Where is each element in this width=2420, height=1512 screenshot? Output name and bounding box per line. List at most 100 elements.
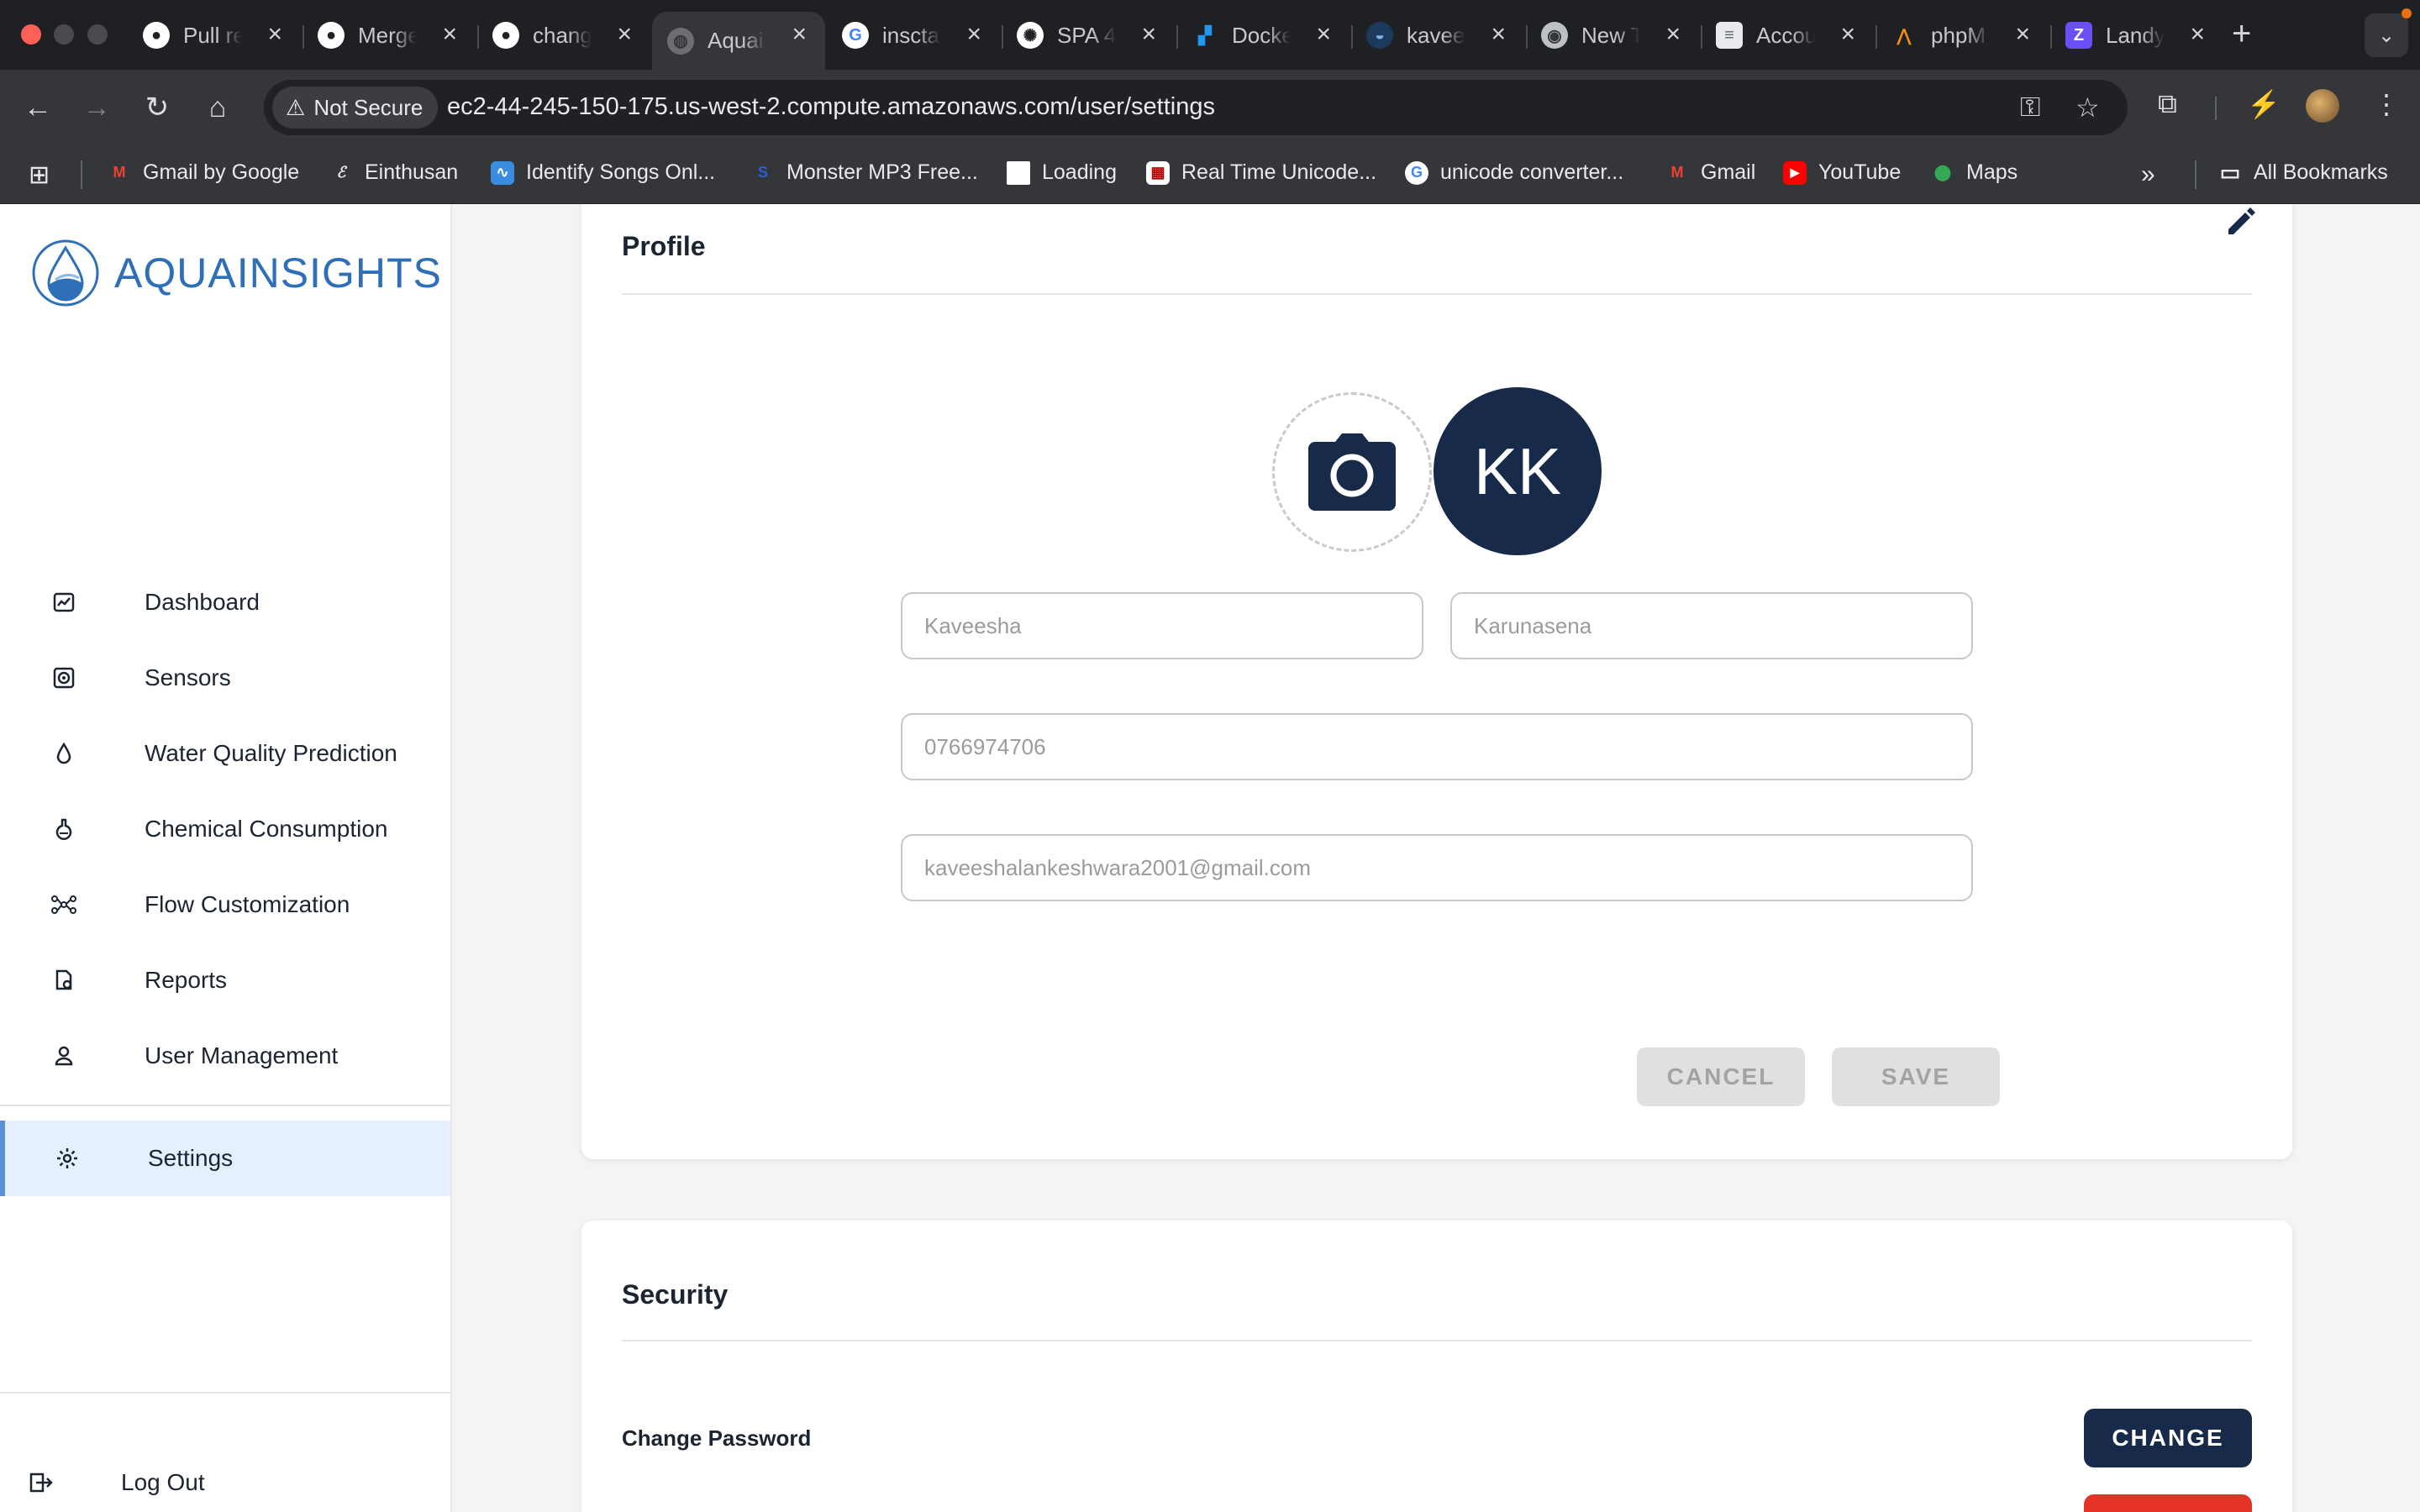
close-tab-icon[interactable]: × [1491, 22, 1506, 47]
close-tab-icon[interactable]: × [792, 22, 807, 47]
forward-button[interactable]: → [77, 88, 116, 127]
edit-pencil-icon[interactable] [2223, 204, 2259, 244]
toolbar-divider [2215, 97, 2217, 120]
phone-field[interactable] [901, 713, 1973, 780]
brand-logo[interactable]: AQUAINSIGHTS [30, 238, 442, 308]
tab-search-button[interactable]: ⌄ [2365, 13, 2408, 57]
bookmark-monster-mp3[interactable]: S Monster MP3 Free... [751, 160, 978, 185]
close-window-button[interactable] [21, 24, 41, 45]
browser-tab[interactable]: ◒ kavee × [1351, 12, 1524, 59]
chrome-menu-icon[interactable]: ⋮ [2373, 88, 2400, 120]
password-key-icon[interactable]: ⚿ [2020, 92, 2040, 123]
nav-reports[interactable]: Reports [0, 943, 450, 1017]
email-input[interactable] [924, 836, 1960, 900]
nav-user-management[interactable]: User Management [0, 1019, 450, 1093]
bookmark-gmail-by-google[interactable]: M Gmail by Google [108, 160, 300, 185]
change-password-button[interactable]: CHANGE [2084, 1409, 2252, 1467]
extensions-icon[interactable]: ⧉ [2158, 88, 2177, 120]
nav-flow-customization[interactable]: Flow Customization [0, 868, 450, 942]
bookmark-divider [81, 160, 82, 189]
dashboard-icon [50, 589, 77, 616]
tab-label: New T [1581, 22, 1640, 48]
browser-tab[interactable]: ⋀ phpM × [1876, 12, 2049, 59]
browser-tab[interactable]: ✺ SPA 4 × [1002, 12, 1175, 59]
profile-title: Profile [622, 231, 706, 261]
browser-tab[interactable]: ● Pull re × [128, 12, 301, 59]
profile-divider [622, 293, 2252, 295]
zoom-window-button[interactable] [87, 24, 108, 45]
nav-dashboard[interactable]: Dashboard [0, 565, 450, 639]
close-tab-icon[interactable]: × [2190, 22, 2205, 47]
docker-icon: ▞ [1198, 26, 1212, 45]
close-tab-icon[interactable]: × [442, 22, 457, 47]
bookmark-einthusan[interactable]: ℰ Einthusan [329, 160, 459, 185]
back-button[interactable]: ← [18, 88, 57, 127]
bookmark-star-icon[interactable]: ☆ [2075, 92, 2100, 123]
folder-icon: ▭ [2219, 160, 2241, 185]
browser-tab[interactable]: G inscta × [827, 12, 1000, 59]
bookmark-maps[interactable]: ⬤ Maps [1931, 160, 2018, 185]
last-name-field[interactable] [1450, 592, 1973, 659]
browser-tab[interactable]: ● chang × [477, 12, 650, 59]
close-tab-icon[interactable]: × [617, 22, 632, 47]
report-icon [50, 967, 77, 994]
nav-settings[interactable]: Settings [0, 1121, 450, 1196]
nav-chemical-consumption[interactable]: Chemical Consumption [0, 792, 450, 866]
bookmark-label: Einthusan [365, 160, 459, 184]
bookmark-gmail[interactable]: M Gmail [1665, 160, 1756, 185]
tab-label: phpM [1931, 22, 1986, 48]
site-security-chip[interactable]: ⚠ Not Secure [272, 87, 439, 129]
browser-tab[interactable]: ▞ Docke × [1176, 12, 1349, 59]
browser-tab[interactable]: ≡ Accou × [1701, 12, 1874, 59]
phone-input[interactable] [924, 715, 1960, 779]
browser-tab[interactable]: Z Landy × [2050, 12, 2223, 59]
nav-sensors[interactable]: Sensors [0, 641, 450, 715]
apps-grid-icon[interactable]: ⊞ [29, 160, 50, 190]
close-tab-icon[interactable]: × [1316, 22, 1331, 47]
browser-tab-active[interactable]: ◍ Aquai × [652, 12, 825, 70]
first-name-field[interactable] [901, 592, 1423, 659]
close-tab-icon[interactable]: × [1665, 22, 1681, 47]
close-tab-icon[interactable]: × [1840, 22, 1855, 47]
bookmark-loading[interactable]: Loading [1007, 160, 1117, 185]
new-tab-button[interactable]: + [2232, 15, 2251, 53]
first-name-input[interactable] [924, 594, 1410, 658]
browser-tab[interactable]: ◉ New T × [1526, 12, 1699, 59]
close-tab-icon[interactable]: × [1141, 22, 1156, 47]
address-bar[interactable]: ⚠ Not Secure ec2-44-245-150-175.us-west-… [264, 80, 2128, 135]
last-name-input[interactable] [1474, 594, 1960, 658]
close-tab-icon[interactable]: × [2015, 22, 2030, 47]
change-password-label: Change Password [622, 1425, 812, 1451]
performance-icon[interactable]: ⚡ [2247, 88, 2281, 120]
nav-label: Reports [145, 967, 228, 993]
tab-label: Landy [2106, 22, 2165, 48]
blank-page-icon [1007, 160, 1030, 185]
logout-button[interactable]: Log Out [0, 1446, 450, 1512]
security-title: Security [622, 1279, 729, 1310]
nav-label: Dashboard [145, 589, 260, 615]
chrome-icon: ◉ [1541, 22, 1568, 49]
cancel-button[interactable]: CANCEL [1637, 1047, 1805, 1106]
url-text[interactable]: ec2-44-245-150-175.us-west-2.compute.ama… [447, 93, 1215, 121]
danger-action-button[interactable] [2084, 1494, 2252, 1512]
bookmark-identify-songs[interactable]: ∿ Identify Songs Onl... [491, 160, 715, 185]
bookmark-unicode-converter[interactable]: G unicode converter... [1405, 160, 1623, 185]
nav-label: Log Out [121, 1469, 205, 1495]
save-button[interactable]: SAVE [1832, 1047, 2000, 1106]
nav-water-quality-prediction[interactable]: Water Quality Prediction [0, 717, 450, 790]
bookmark-youtube[interactable]: ▶ YouTube [1783, 160, 1901, 185]
bookmark-real-time-unicode[interactable]: ▦ Real Time Unicode... [1146, 160, 1376, 185]
minimize-window-button[interactable] [54, 24, 74, 45]
home-button[interactable]: ⌂ [198, 88, 237, 127]
nav-label: Flow Customization [145, 891, 350, 917]
close-tab-icon[interactable]: × [966, 22, 981, 47]
email-field[interactable] [901, 834, 1973, 901]
upload-photo-button[interactable] [1272, 392, 1432, 552]
profile-avatar[interactable] [2306, 89, 2339, 123]
reload-button[interactable]: ↻ [138, 88, 176, 127]
all-bookmarks-button[interactable]: ▭ All Bookmarks [2218, 160, 2388, 185]
close-tab-icon[interactable]: × [267, 22, 282, 47]
browser-tab[interactable]: ● Merge × [302, 12, 476, 59]
more-bookmarks-icon[interactable]: » [2141, 160, 2155, 189]
github-icon: ● [492, 22, 519, 49]
